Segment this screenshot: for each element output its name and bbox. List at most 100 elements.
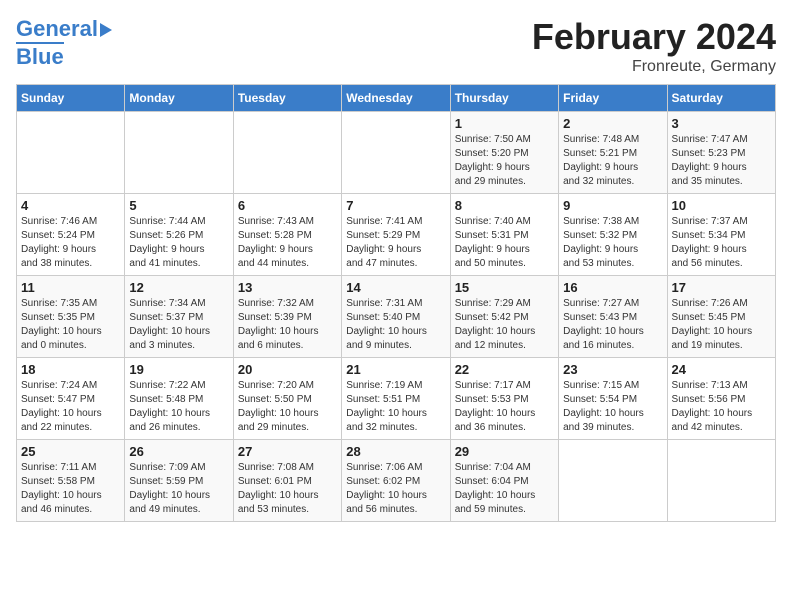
day-number: 11 xyxy=(21,280,120,295)
calendar-week-row: 1Sunrise: 7:50 AMSunset: 5:20 PMDaylight… xyxy=(17,112,776,194)
calendar-cell: 7 Sunrise: 7:41 AMSunset: 5:29 PMDaylight… xyxy=(342,194,450,276)
day-info: Sunrise: 7:46 AMSunset: 5:24 PMDaylight:… xyxy=(21,215,120,271)
day-number: 10 xyxy=(672,198,771,213)
day-number: 25 xyxy=(21,444,120,459)
day-info: Sunrise: 7:19 AMSunset: 5:51 PMDaylight:… xyxy=(346,379,445,435)
day-number: 14 xyxy=(346,280,445,295)
day-header-wednesday: Wednesday xyxy=(342,85,450,112)
day-info: Sunrise: 7:27 AMSunset: 5:43 PMDaylight:… xyxy=(563,297,662,353)
calendar-cell: 1Sunrise: 7:50 AMSunset: 5:20 PMDaylight… xyxy=(450,112,558,194)
day-info: Sunrise: 7:06 AMSunset: 6:02 PMDaylight:… xyxy=(346,461,445,517)
day-number: 19 xyxy=(129,362,228,377)
day-header-saturday: Saturday xyxy=(667,85,775,112)
calendar-cell: 9Sunrise: 7:38 AMSunset: 5:32 PMDaylight… xyxy=(559,194,667,276)
day-number: 6 xyxy=(238,198,337,213)
day-info: Sunrise: 7:15 AMSunset: 5:54 PMDaylight:… xyxy=(563,379,662,435)
calendar-cell: 26 Sunrise: 7:09 AMSunset: 5:59 PMDayligh… xyxy=(125,440,233,522)
day-number: 13 xyxy=(238,280,337,295)
calendar-cell: 3 Sunrise: 7:47 AMSunset: 5:23 PMDaylight… xyxy=(667,112,775,194)
day-header-sunday: Sunday xyxy=(17,85,125,112)
day-number: 12 xyxy=(129,280,228,295)
day-info: Sunrise: 7:08 AMSunset: 6:01 PMDaylight:… xyxy=(238,461,337,517)
day-number: 20 xyxy=(238,362,337,377)
calendar-cell: 27 Sunrise: 7:08 AMSunset: 6:01 PMDayligh… xyxy=(233,440,341,522)
calendar-cell: 21 Sunrise: 7:19 AMSunset: 5:51 PMDayligh… xyxy=(342,358,450,440)
day-header-thursday: Thursday xyxy=(450,85,558,112)
day-header-tuesday: Tuesday xyxy=(233,85,341,112)
title-block: February 2024 Fronreute, Germany xyxy=(532,16,776,76)
calendar-week-row: 18 Sunrise: 7:24 AMSunset: 5:47 PMDayligh… xyxy=(17,358,776,440)
calendar-week-row: 4 Sunrise: 7:46 AMSunset: 5:24 PMDaylight… xyxy=(17,194,776,276)
day-number: 3 xyxy=(672,116,771,131)
day-number: 15 xyxy=(455,280,554,295)
day-info: Sunrise: 7:04 AMSunset: 6:04 PMDaylight:… xyxy=(455,461,554,517)
calendar-cell: 18 Sunrise: 7:24 AMSunset: 5:47 PMDayligh… xyxy=(17,358,125,440)
calendar-cell xyxy=(559,440,667,522)
day-info: Sunrise: 7:34 AMSunset: 5:37 PMDaylight:… xyxy=(129,297,228,353)
calendar-cell: 15Sunrise: 7:29 AMSunset: 5:42 PMDayligh… xyxy=(450,276,558,358)
calendar-cell: 4 Sunrise: 7:46 AMSunset: 5:24 PMDaylight… xyxy=(17,194,125,276)
calendar-cell: 16 Sunrise: 7:27 AMSunset: 5:43 PMDayligh… xyxy=(559,276,667,358)
day-number: 5 xyxy=(129,198,228,213)
calendar-cell: 19 Sunrise: 7:22 AMSunset: 5:48 PMDayligh… xyxy=(125,358,233,440)
calendar-cell: 6 Sunrise: 7:43 AMSunset: 5:28 PMDaylight… xyxy=(233,194,341,276)
day-info: Sunrise: 7:50 AMSunset: 5:20 PMDaylight:… xyxy=(455,133,554,189)
calendar-cell: 13 Sunrise: 7:32 AMSunset: 5:39 PMDayligh… xyxy=(233,276,341,358)
day-info: Sunrise: 7:17 AMSunset: 5:53 PMDaylight:… xyxy=(455,379,554,435)
day-number: 16 xyxy=(563,280,662,295)
day-header-friday: Friday xyxy=(559,85,667,112)
logo: General Blue xyxy=(16,16,112,70)
day-number: 2 xyxy=(563,116,662,131)
calendar-cell: 12 Sunrise: 7:34 AMSunset: 5:37 PMDayligh… xyxy=(125,276,233,358)
day-info: Sunrise: 7:37 AMSunset: 5:34 PMDaylight:… xyxy=(672,215,771,271)
calendar-cell: 20 Sunrise: 7:20 AMSunset: 5:50 PMDayligh… xyxy=(233,358,341,440)
calendar-cell xyxy=(667,440,775,522)
calendar-week-row: 11Sunrise: 7:35 AMSunset: 5:35 PMDayligh… xyxy=(17,276,776,358)
logo-blue: Blue xyxy=(16,42,64,70)
calendar-cell xyxy=(125,112,233,194)
logo-general: General xyxy=(16,16,98,42)
day-number: 17 xyxy=(672,280,771,295)
calendar-cell: 10 Sunrise: 7:37 AMSunset: 5:34 PMDayligh… xyxy=(667,194,775,276)
calendar-cell: 14 Sunrise: 7:31 AMSunset: 5:40 PMDayligh… xyxy=(342,276,450,358)
day-info: Sunrise: 7:31 AMSunset: 5:40 PMDaylight:… xyxy=(346,297,445,353)
day-number: 23 xyxy=(563,362,662,377)
calendar-cell: 25 Sunrise: 7:11 AMSunset: 5:58 PMDayligh… xyxy=(17,440,125,522)
day-info: Sunrise: 7:48 AMSunset: 5:21 PMDaylight:… xyxy=(563,133,662,189)
day-info: Sunrise: 7:20 AMSunset: 5:50 PMDaylight:… xyxy=(238,379,337,435)
day-number: 18 xyxy=(21,362,120,377)
day-number: 21 xyxy=(346,362,445,377)
day-number: 24 xyxy=(672,362,771,377)
day-number: 22 xyxy=(455,362,554,377)
day-info: Sunrise: 7:24 AMSunset: 5:47 PMDaylight:… xyxy=(21,379,120,435)
day-info: Sunrise: 7:26 AMSunset: 5:45 PMDaylight:… xyxy=(672,297,771,353)
day-info: Sunrise: 7:32 AMSunset: 5:39 PMDaylight:… xyxy=(238,297,337,353)
day-info: Sunrise: 7:41 AMSunset: 5:29 PMDaylight:… xyxy=(346,215,445,271)
calendar-cell: 8Sunrise: 7:40 AMSunset: 5:31 PMDaylight… xyxy=(450,194,558,276)
calendar-cell: 22 Sunrise: 7:17 AMSunset: 5:53 PMDayligh… xyxy=(450,358,558,440)
calendar-cell: 24Sunrise: 7:13 AMSunset: 5:56 PMDayligh… xyxy=(667,358,775,440)
day-info: Sunrise: 7:22 AMSunset: 5:48 PMDaylight:… xyxy=(129,379,228,435)
logo-arrow-icon xyxy=(100,23,112,37)
day-info: Sunrise: 7:44 AMSunset: 5:26 PMDaylight:… xyxy=(129,215,228,271)
day-info: Sunrise: 7:40 AMSunset: 5:31 PMDaylight:… xyxy=(455,215,554,271)
day-info: Sunrise: 7:38 AMSunset: 5:32 PMDaylight:… xyxy=(563,215,662,271)
calendar-table: SundayMondayTuesdayWednesdayThursdayFrid… xyxy=(16,84,776,522)
day-number: 4 xyxy=(21,198,120,213)
calendar-cell xyxy=(17,112,125,194)
day-info: Sunrise: 7:43 AMSunset: 5:28 PMDaylight:… xyxy=(238,215,337,271)
calendar-cell: 5 Sunrise: 7:44 AMSunset: 5:26 PMDaylight… xyxy=(125,194,233,276)
calendar-cell xyxy=(342,112,450,194)
day-info: Sunrise: 7:11 AMSunset: 5:58 PMDaylight:… xyxy=(21,461,120,517)
day-number: 26 xyxy=(129,444,228,459)
calendar-cell: 28Sunrise: 7:06 AMSunset: 6:02 PMDayligh… xyxy=(342,440,450,522)
day-header-monday: Monday xyxy=(125,85,233,112)
calendar-cell: 11Sunrise: 7:35 AMSunset: 5:35 PMDayligh… xyxy=(17,276,125,358)
day-number: 7 xyxy=(346,198,445,213)
calendar-header-row: SundayMondayTuesdayWednesdayThursdayFrid… xyxy=(17,85,776,112)
calendar-cell: 23 Sunrise: 7:15 AMSunset: 5:54 PMDayligh… xyxy=(559,358,667,440)
page-subtitle: Fronreute, Germany xyxy=(532,58,776,76)
day-info: Sunrise: 7:09 AMSunset: 5:59 PMDaylight:… xyxy=(129,461,228,517)
day-number: 27 xyxy=(238,444,337,459)
day-info: Sunrise: 7:47 AMSunset: 5:23 PMDaylight:… xyxy=(672,133,771,189)
